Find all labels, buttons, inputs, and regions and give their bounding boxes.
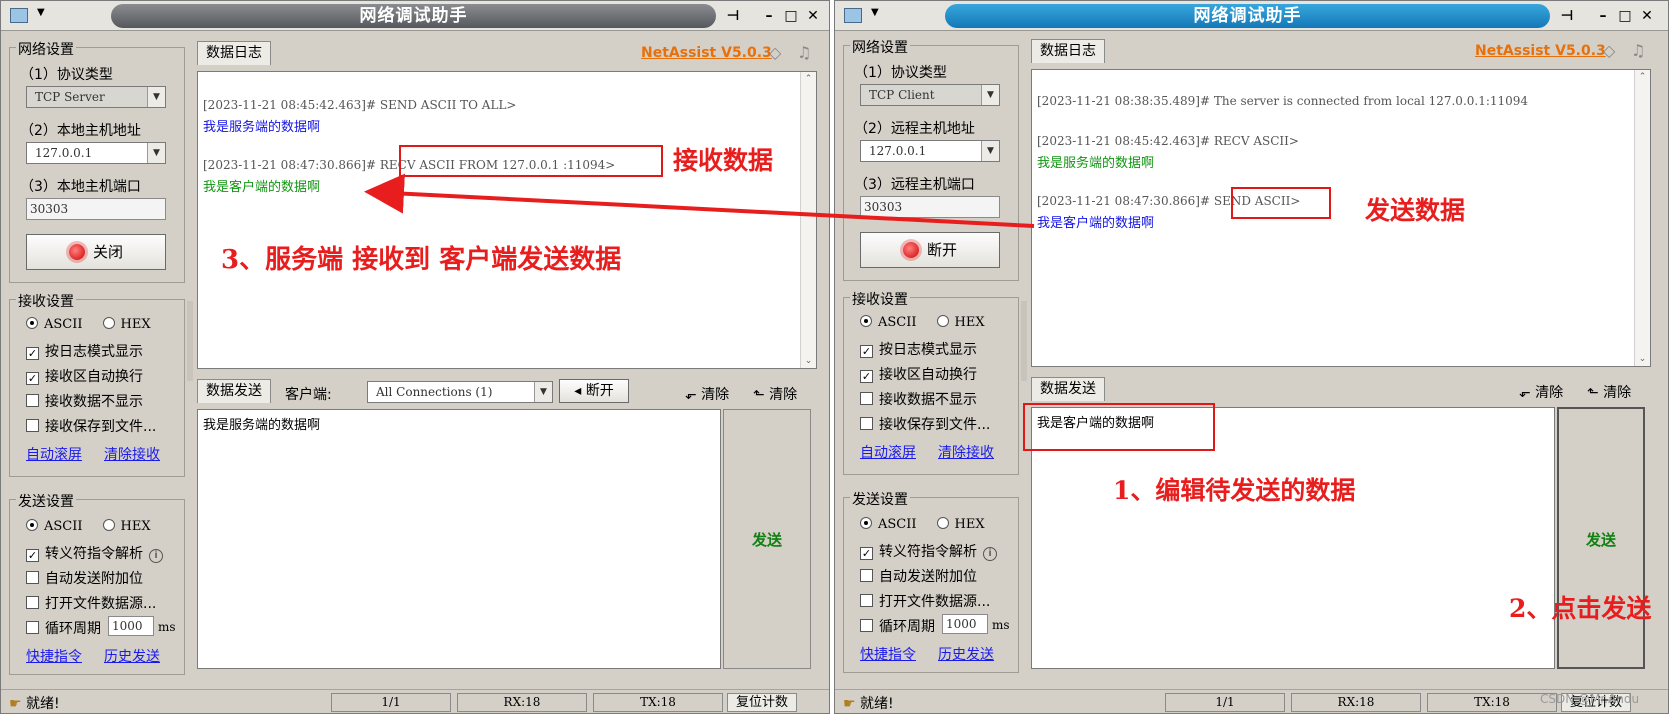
annotation-arrow: [364, 173, 1035, 228]
watermark: CSDN @Mr.Andu: [1540, 692, 1640, 706]
